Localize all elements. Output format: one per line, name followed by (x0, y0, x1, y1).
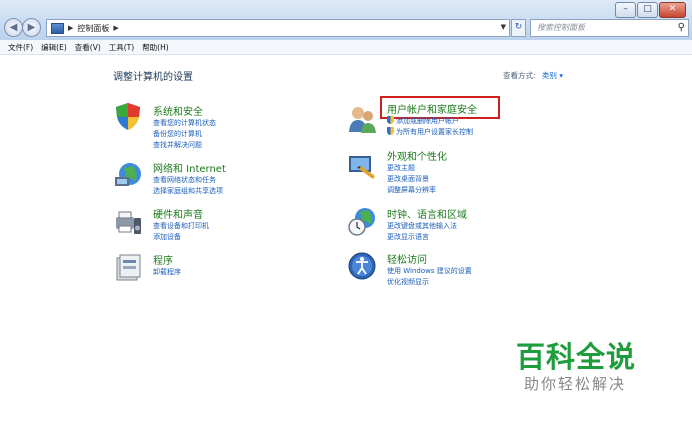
category-clock-language: 时钟、语言和区域 更改键盘或其他输入法 更改显示语言 (387, 206, 467, 243)
category-ease-of-access: 轻松访问 使用 Windows 建议的设置 优化视频显示 (387, 251, 472, 288)
link-add-device[interactable]: 添加设备 (153, 232, 209, 243)
user-accounts-icon[interactable] (347, 104, 377, 134)
category-network-internet: 网络和 Internet 查看网络状态和任务 选择家庭组和共享选项 (153, 160, 226, 197)
close-button[interactable]: ✕ (659, 2, 686, 18)
breadcrumb-separator-icon: ▶ (68, 24, 74, 32)
category-hardware-sound: 硬件和声音 查看设备和打印机 添加设备 (153, 206, 209, 243)
menu-file[interactable]: 文件(F) (8, 42, 33, 53)
link-optimize-video[interactable]: 优化视频显示 (387, 277, 472, 288)
programs-icon[interactable] (113, 252, 143, 282)
search-input[interactable]: 搜索控制面板 ⚲ (530, 19, 689, 37)
search-placeholder: 搜索控制面板 (537, 23, 585, 32)
forward-button[interactable]: ▶ (22, 18, 41, 37)
category-title-hardware-sound[interactable]: 硬件和声音 (153, 206, 209, 221)
view-by-label: 查看方式: (503, 71, 536, 80)
watermark-title: 百科全说 (516, 340, 637, 374)
category-title-network-internet[interactable]: 网络和 Internet (153, 160, 226, 175)
link-change-theme[interactable]: 更改主题 (387, 163, 447, 174)
category-title-clock-language[interactable]: 时钟、语言和区域 (387, 206, 467, 221)
category-programs: 程序 卸载程序 (153, 252, 181, 278)
link-add-remove-accounts-label: 添加或删除用户帐户 (396, 117, 459, 125)
uac-shield-icon (387, 116, 394, 124)
hardware-sound-icon[interactable] (113, 207, 143, 237)
watermark-subtitle: 助你轻松解决 (524, 375, 627, 393)
menu-edit[interactable]: 编辑(E) (41, 42, 67, 53)
link-view-computer-status[interactable]: 查看您的计算机状态 (153, 118, 216, 129)
minimize-button[interactable]: – (615, 2, 636, 18)
title-bar: – □ ✕ ◀ ▶ ▶ 控制面板 ▶ ▼ ↻ 搜索控制面板 ⚲ (0, 0, 692, 40)
link-change-input-method[interactable]: 更改键盘或其他输入法 (387, 221, 467, 232)
link-parental-controls-label: 为所有用户设置家长控制 (396, 128, 473, 136)
category-title-system-security[interactable]: 系统和安全 (153, 103, 216, 118)
search-icon[interactable]: ⚲ (678, 20, 685, 36)
category-system-security: 系统和安全 查看您的计算机状态 备份您的计算机 查找并解决问题 (153, 103, 216, 151)
link-network-status[interactable]: 查看网络状态和任务 (153, 175, 226, 186)
refresh-button[interactable]: ↻ (511, 19, 526, 37)
back-button[interactable]: ◀ (4, 18, 23, 37)
clock-language-region-icon[interactable] (347, 206, 377, 236)
category-title-user-accounts[interactable]: 用户帐户和家庭安全 (387, 101, 477, 116)
link-devices-printers[interactable]: 查看设备和打印机 (153, 221, 209, 232)
link-uninstall-program[interactable]: 卸载程序 (153, 267, 181, 278)
view-by: 查看方式: 类别 ▾ (503, 70, 563, 81)
link-troubleshoot[interactable]: 查找并解决问题 (153, 140, 216, 151)
category-title-appearance[interactable]: 外观和个性化 (387, 148, 447, 163)
breadcrumb-control-panel[interactable]: 控制面板 (77, 23, 109, 34)
category-appearance: 外观和个性化 更改主题 更改桌面背景 调整屏幕分辨率 (387, 148, 447, 196)
menu-view[interactable]: 查看(V) (75, 42, 101, 53)
address-dropdown-icon[interactable]: ▼ (501, 23, 506, 31)
control-panel-icon (51, 22, 64, 34)
network-internet-icon[interactable] (113, 160, 143, 190)
window-controls: – □ ✕ (615, 2, 686, 18)
link-homegroup-sharing[interactable]: 选择家庭组和共享选项 (153, 186, 226, 197)
link-screen-resolution[interactable]: 调整屏幕分辨率 (387, 185, 447, 196)
menu-help[interactable]: 帮助(H) (142, 42, 169, 53)
link-add-remove-accounts[interactable]: 添加或删除用户帐户 (387, 116, 477, 127)
system-security-icon[interactable] (113, 101, 143, 131)
link-backup-computer[interactable]: 备份您的计算机 (153, 129, 216, 140)
category-title-programs[interactable]: 程序 (153, 252, 181, 267)
menu-bar: 文件(F) 编辑(E) 查看(V) 工具(T) 帮助(H) (0, 40, 692, 55)
link-change-background[interactable]: 更改桌面背景 (387, 174, 447, 185)
link-parental-controls[interactable]: 为所有用户设置家长控制 (387, 127, 477, 138)
link-recommended-settings[interactable]: 使用 Windows 建议的设置 (387, 266, 472, 277)
uac-shield-icon (387, 127, 394, 135)
category-title-ease-of-access[interactable]: 轻松访问 (387, 251, 472, 266)
appearance-personalization-icon[interactable] (347, 152, 377, 182)
menu-tools[interactable]: 工具(T) (109, 42, 134, 53)
breadcrumb-chevron-icon[interactable]: ▶ (113, 24, 118, 32)
view-by-dropdown[interactable]: 类别 ▾ (542, 71, 563, 80)
page-title: 调整计算机的设置 (113, 72, 193, 83)
link-change-display-language[interactable]: 更改显示语言 (387, 232, 467, 243)
maximize-button[interactable]: □ (637, 2, 658, 18)
address-bar[interactable]: ▶ 控制面板 ▶ ▼ (46, 19, 510, 37)
category-user-accounts: 用户帐户和家庭安全 添加或删除用户帐户 为所有用户设置家长控制 (387, 101, 477, 138)
ease-of-access-icon[interactable] (347, 251, 377, 281)
